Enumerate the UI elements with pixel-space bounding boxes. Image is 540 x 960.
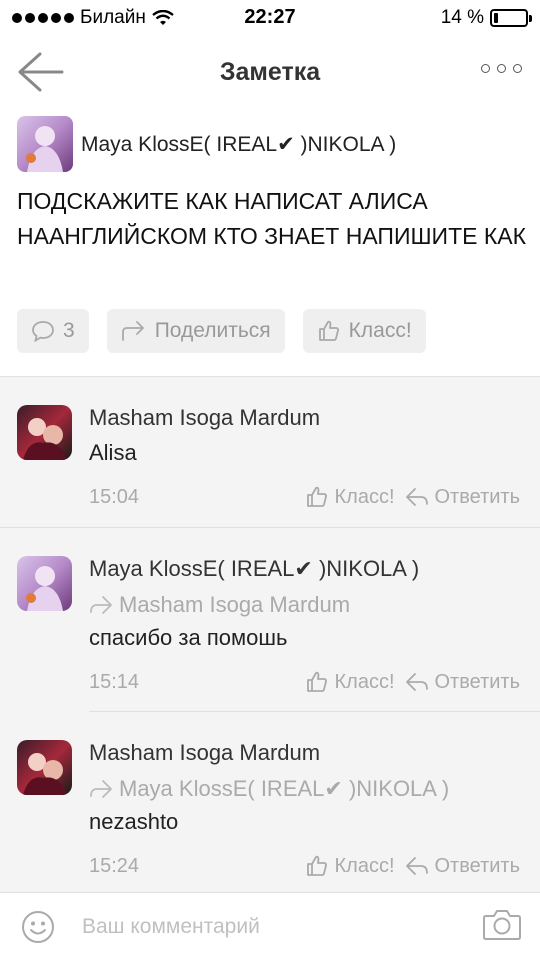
comment-item: Masham Isoga Mardum Alisa 15:04 Класс! О…: [0, 377, 540, 528]
page-title: Заметка: [219, 58, 321, 86]
comments-button[interactable]: 3: [17, 309, 89, 353]
reply-arrow-icon: [405, 673, 428, 691]
battery-fill: [494, 13, 499, 23]
comment-like-label: Класс!: [334, 854, 395, 877]
like-button[interactable]: Класс!: [302, 309, 426, 353]
reply-to-arrow-icon: [90, 780, 112, 798]
comment-author-avatar[interactable]: [17, 740, 72, 795]
battery-percent: 14 %: [440, 7, 484, 28]
reply-arrow-icon: [405, 857, 428, 875]
avatar-image: [17, 405, 72, 460]
comment-reply-button[interactable]: Ответить: [405, 485, 521, 509]
reply-arrow-icon: [405, 488, 428, 506]
post-text: ПОДСКАЖИТЕ КАК НАПИСАТ АЛИСА НААНГЛИЙСКО…: [17, 188, 527, 249]
comment-time: 15:14: [89, 671, 140, 693]
post-author-name[interactable]: Maya KlossE( IREAL✔ )NIKOLA ): [81, 132, 396, 157]
thumbs-up-icon: [306, 855, 327, 876]
comment-like-button[interactable]: Класс!: [305, 670, 395, 694]
more-dots-icon: [481, 64, 490, 73]
comments-list: Masham Isoga Mardum Alisa 15:04 Класс! О…: [0, 376, 540, 892]
comment-input-bar: [0, 892, 540, 960]
status-right: 14 %: [440, 7, 532, 29]
smiley-icon: [22, 911, 54, 943]
comment-bubble-icon: [32, 321, 54, 342]
battery-icon: [490, 9, 532, 27]
comment-text: nezashto: [89, 809, 179, 834]
comment-reply-label: Ответить: [434, 670, 521, 693]
comment-text: спасибо за помошь: [89, 625, 288, 650]
comment-like-label: Класс!: [334, 670, 395, 693]
reply-to-arrow-icon: [90, 596, 112, 614]
like-label: Класс!: [348, 319, 412, 342]
camera-button[interactable]: [482, 907, 522, 946]
comment-time: 15:24: [89, 855, 140, 877]
share-button[interactable]: Поделиться: [106, 309, 285, 353]
comment-reply-to[interactable]: Masham Isoga Mardum: [89, 592, 350, 618]
more-dot: [513, 64, 522, 73]
post-header[interactable]: Maya KlossE( IREAL✔ )NIKOLA ): [17, 116, 396, 172]
avatar-image: [17, 556, 72, 611]
emoji-button[interactable]: [21, 910, 55, 949]
comment-reply-label: Ответить: [434, 854, 521, 877]
reply-to-name: Maya KlossE( IREAL✔ )NIKOLA ): [119, 776, 450, 801]
comment-text: Alisa: [89, 440, 137, 465]
comment-reply-button[interactable]: Ответить: [405, 854, 521, 878]
comment-like-button[interactable]: Класс!: [305, 854, 395, 878]
note-post: Maya KlossE( IREAL✔ )NIKOLA ) ПОДСКАЖИТЕ…: [0, 106, 540, 376]
nav-bar: Заметка: [0, 38, 540, 106]
camera-icon: [483, 910, 521, 940]
avatar-image: [17, 740, 72, 795]
comment-actions: Класс! Ответить: [295, 485, 521, 509]
reply-to-name: Masham Isoga Mardum: [119, 592, 351, 617]
post-author-avatar[interactable]: [17, 116, 73, 172]
comment-reply-button[interactable]: Ответить: [405, 670, 521, 694]
share-arrow-icon: [121, 321, 144, 341]
comment-time: 15:04: [89, 486, 140, 508]
thumbs-up-icon: [318, 320, 339, 341]
comments-count: 3: [63, 319, 75, 342]
more-options-button[interactable]: [481, 64, 522, 73]
thumbs-up-icon: [306, 486, 327, 507]
comment-input[interactable]: [70, 907, 460, 947]
comment-reply-label: Ответить: [434, 485, 521, 508]
thumbs-up-icon: [306, 671, 327, 692]
share-label: Поделиться: [154, 319, 271, 342]
comment-author-name[interactable]: Masham Isoga Mardum: [89, 740, 320, 766]
comment-author-name[interactable]: Maya KlossE( IREAL✔ )NIKOLA ): [89, 556, 419, 582]
post-actions: 3 Поделиться Класс!: [17, 309, 444, 353]
comment-item: Masham Isoga Mardum Maya KlossE( IREAL✔ …: [0, 712, 540, 893]
comment-like-button[interactable]: Класс!: [305, 485, 395, 509]
comment-item: Maya KlossE( IREAL✔ )NIKOLA ) Masham Iso…: [0, 528, 540, 712]
more-dot: [497, 64, 506, 73]
comment-actions: Класс! Ответить: [295, 854, 521, 878]
comment-like-label: Класс!: [334, 485, 395, 508]
comment-author-name[interactable]: Masham Isoga Mardum: [89, 405, 320, 431]
comment-actions: Класс! Ответить: [295, 670, 521, 694]
comment-reply-to[interactable]: Maya KlossE( IREAL✔ )NIKOLA ): [89, 776, 449, 802]
comment-author-avatar[interactable]: [17, 556, 72, 611]
comment-author-avatar[interactable]: [17, 405, 72, 460]
avatar-image: [17, 116, 73, 172]
status-bar: Билайн 22:27 14 %: [0, 0, 540, 38]
